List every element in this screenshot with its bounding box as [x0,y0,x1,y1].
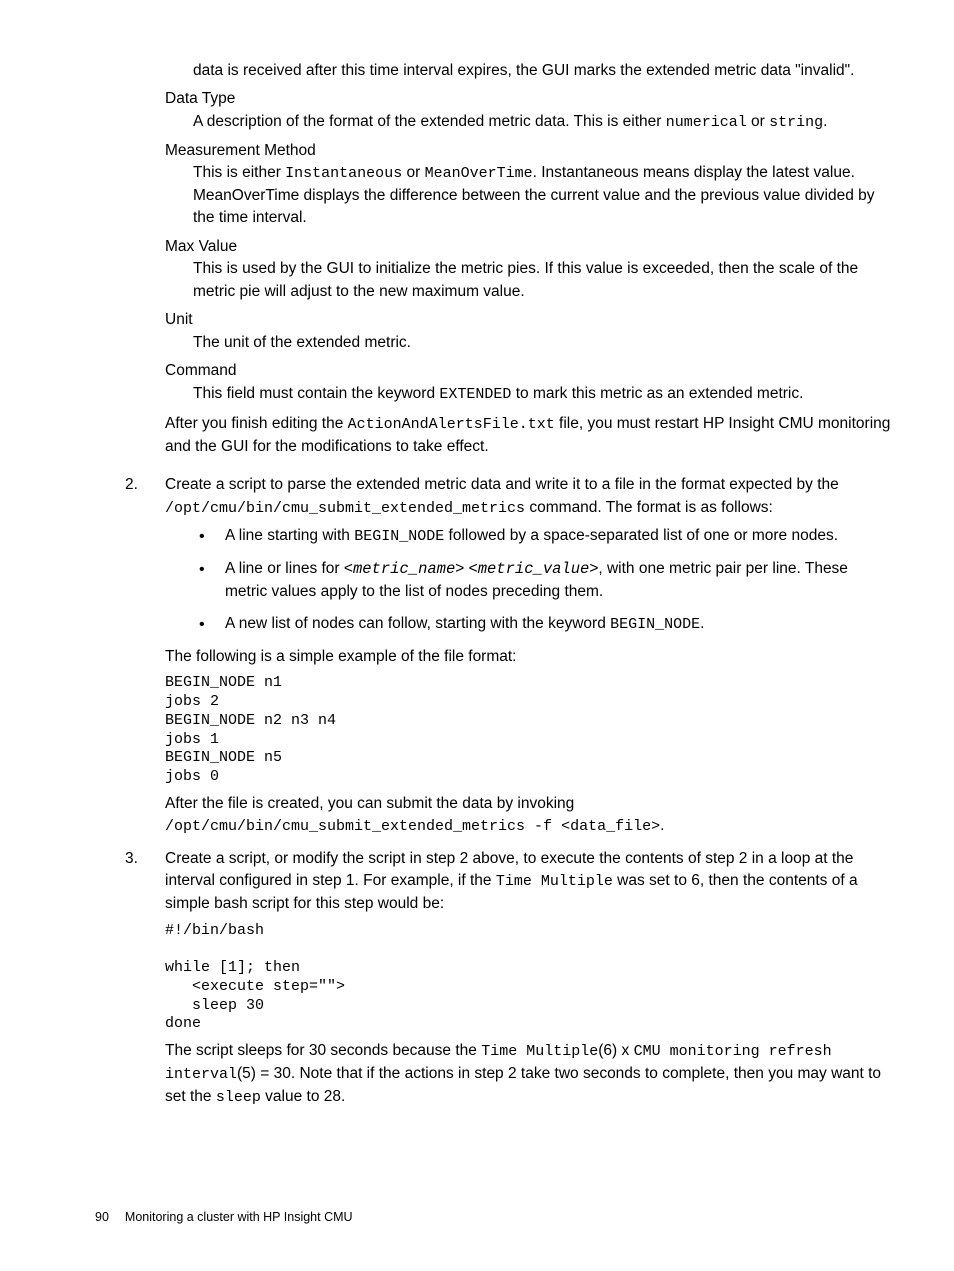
step3-explain: The script sleeps for 30 seconds because… [165,1040,894,1108]
text: A new list of nodes can follow, starting… [225,615,610,632]
text: command. The format is as follows: [525,499,773,516]
step-2: 2. Create a script to parse the extended… [125,474,894,838]
code: sleep [216,1089,261,1106]
text: . [660,817,664,834]
dt-measurement-method: Measurement Method [165,140,894,162]
dd-unit: The unit of the extended metric. [193,332,894,354]
code: Time Multiple [496,873,613,890]
step2-after-code: After the file is created, you can submi… [165,793,894,838]
text: value to 28. [261,1088,345,1105]
dd-max-value: This is used by the GUI to initialize th… [193,258,894,303]
numbered-steps: 2. Create a script to parse the extended… [125,474,894,1108]
text: . [823,113,827,130]
code: BEGIN_NODE [354,528,444,545]
step2-bullets: A line starting with BEGIN_NODE followed… [193,525,894,635]
page-content: data is received after this time interva… [95,60,894,1227]
text: This is either [193,164,285,181]
step-number: 2. [125,474,138,496]
text: or [747,113,769,130]
text: Create a script to parse the extended me… [165,476,839,493]
text: or [402,164,424,181]
text: (6) x [598,1042,633,1059]
code: /opt/cmu/bin/cmu_submit_extended_metrics [165,500,525,517]
code-block-bash: #!/bin/bash while [1]; then <execute ste… [165,922,894,1035]
code: BEGIN_NODE [610,616,700,633]
code: ActionAndAlertsFile.txt [348,416,555,433]
code-italic: metric_name [353,560,455,578]
text: > < [455,560,477,577]
dt-data-type: Data Type [165,88,894,110]
text: The script sleeps for 30 seconds because… [165,1042,481,1059]
page-footer: 90 Monitoring a cluster with HP Insight C… [95,1208,894,1226]
text: After you finish editing the [165,415,348,432]
step2-example-intro: The following is a simple example of the… [165,646,894,668]
code: EXTENDED [439,386,511,403]
step3-intro: Create a script, or modify the script in… [165,848,894,916]
text: A description of the format of the exten… [193,113,666,130]
code: string [769,114,823,131]
page-number: 90 [95,1210,109,1224]
dt-unit: Unit [165,309,894,331]
code: Time Multiple [481,1043,598,1060]
code-block-file-format: BEGIN_NODE n1 jobs 2 BEGIN_NODE n2 n3 n4… [165,674,894,787]
code-italic: metric_value [478,560,590,578]
text: followed by a space-separated list of on… [444,527,838,544]
text: A line starting with [225,527,354,544]
dd-measurement-method: This is either Instantaneous or MeanOver… [193,162,894,230]
footer-text: Monitoring a cluster with HP Insight CMU [125,1210,353,1224]
text: . [700,615,704,632]
code: MeanOverTime [425,165,533,182]
orphan-continuation: data is received after this time interva… [193,60,894,82]
text: This field must contain the keyword [193,385,439,402]
bullet-2: A line or lines for <metric_name> <metri… [193,558,894,603]
code: Instantaneous [285,165,402,182]
code: numerical [666,114,747,131]
after-edit-note: After you finish editing the ActionAndAl… [165,413,894,458]
dd-data-type: A description of the format of the exten… [193,111,894,134]
step2-intro: Create a script to parse the extended me… [165,474,894,519]
bullet-1: A line starting with BEGIN_NODE followed… [193,525,894,548]
text: to mark this metric as an extended metri… [511,385,803,402]
text: After the file is created, you can submi… [165,795,574,812]
bullet-3: A new list of nodes can follow, starting… [193,613,894,636]
dt-command: Command [165,360,894,382]
dt-max-value: Max Value [165,236,894,258]
step-3: 3. Create a script, or modify the script… [125,848,894,1108]
text: A line or lines for < [225,560,353,577]
step-number: 3. [125,848,138,870]
definition-list: data is received after this time interva… [165,60,894,405]
dd-command: This field must contain the keyword EXTE… [193,383,894,406]
code: /opt/cmu/bin/cmu_submit_extended_metrics… [165,818,660,835]
